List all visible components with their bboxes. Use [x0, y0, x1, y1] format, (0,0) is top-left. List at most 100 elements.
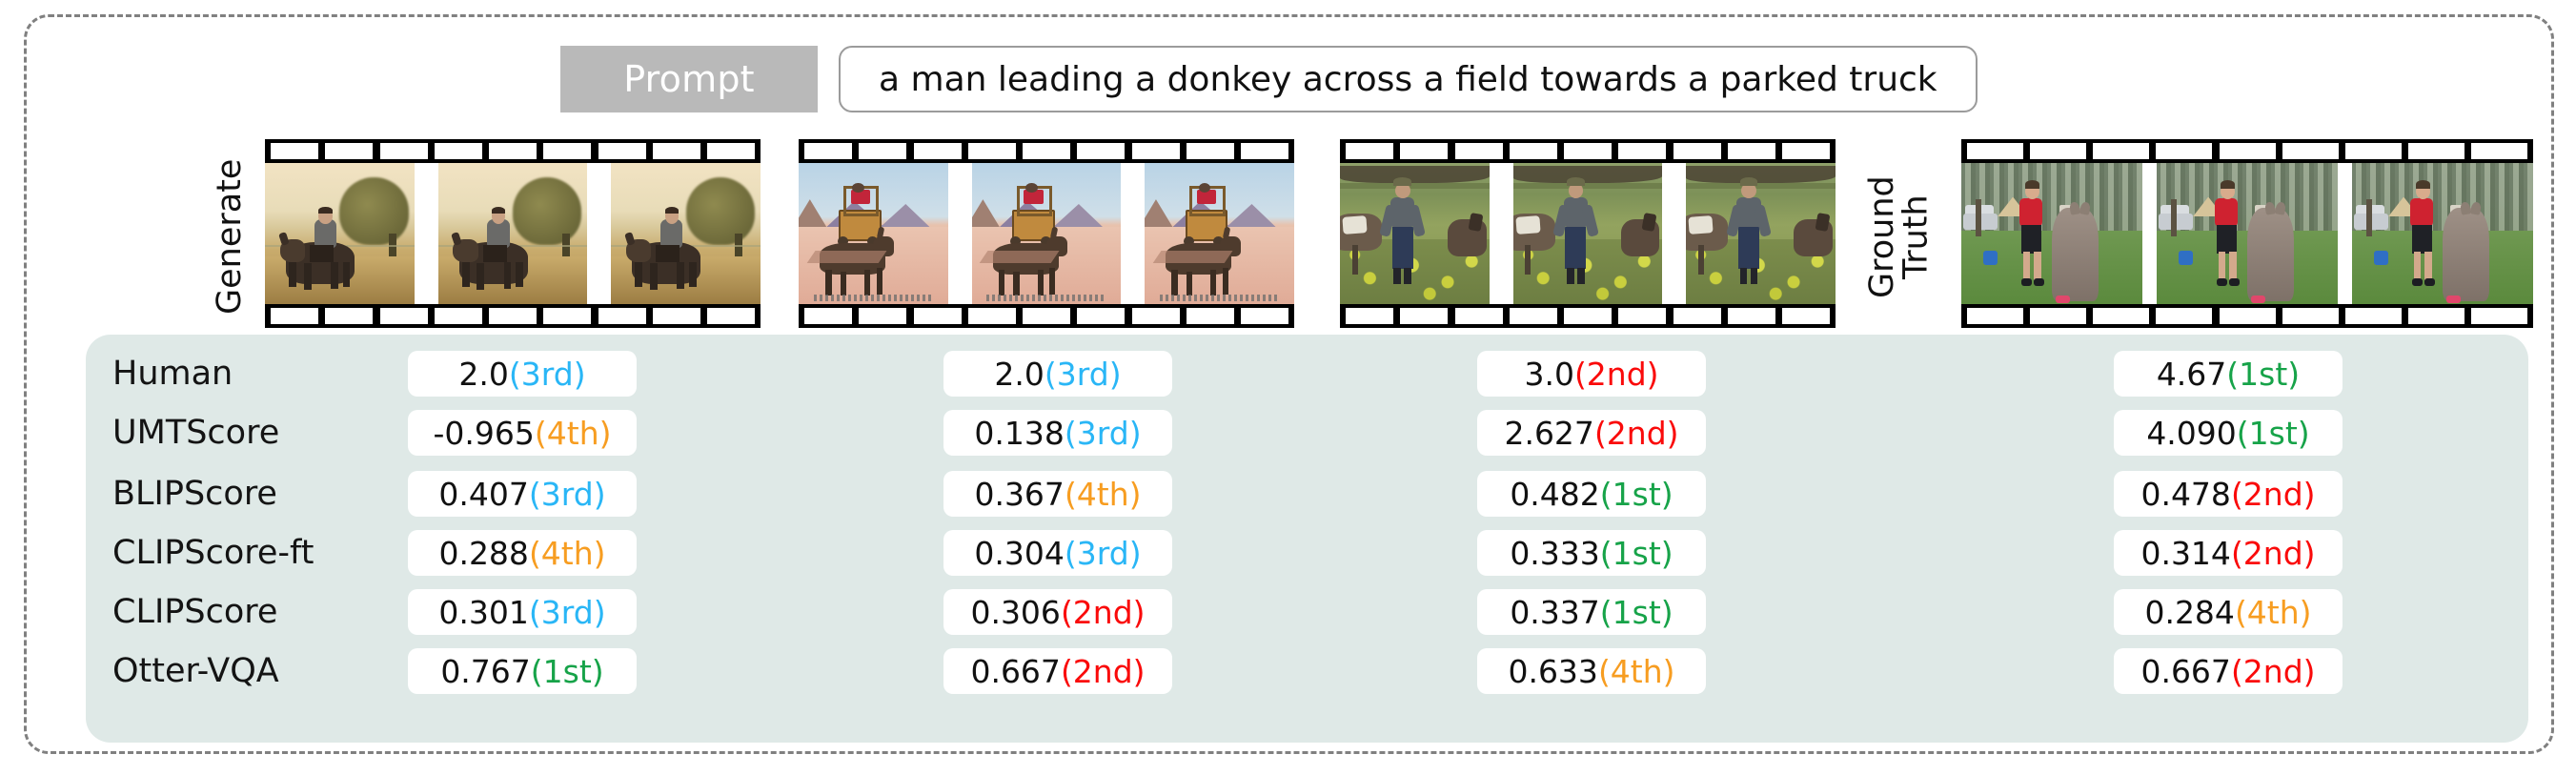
video-frame: [1145, 163, 1295, 304]
score-cell: 0.284 (4th): [2114, 589, 2343, 635]
film-perforation: [804, 143, 852, 159]
score-value: 0.767: [440, 652, 531, 690]
film-perforation: [2093, 143, 2150, 159]
prompt-tag-label: Prompt: [623, 58, 755, 100]
score-cell: 0.288 (4th): [408, 530, 637, 576]
film-frames: [1340, 163, 1836, 304]
film-perforation: [2093, 308, 2150, 324]
film-perforation: [2030, 143, 2087, 159]
film-perforation: [434, 143, 482, 159]
video-frame: [1512, 163, 1663, 304]
score-table-panel: Human 2.0 (3rd) 2.0 (3rd) 3.0 (2nd) 4.67 (1st) UM…: [86, 335, 2528, 743]
score-value: 3.0: [1524, 355, 1574, 393]
film-perforations-bottom: [1340, 304, 1836, 328]
score-cell: 0.301 (3rd): [408, 589, 637, 635]
score-cell: 0.767 (1st): [408, 648, 637, 694]
filmstrip-4: [1961, 139, 2533, 328]
prompt-tag: Prompt: [560, 46, 818, 112]
film-perforation: [1782, 143, 1830, 159]
rank-badge: (3rd): [508, 355, 586, 393]
film-perforation: [1131, 143, 1180, 159]
film-perforation: [1967, 308, 2023, 324]
video-frame: [2352, 163, 2533, 304]
film-perforation: [1509, 143, 1557, 159]
film-perforation: [967, 308, 1016, 324]
film-perforation: [1241, 308, 1288, 324]
score-cell: 0.314 (2nd): [2114, 530, 2343, 576]
frame-gap: [587, 163, 612, 304]
film-perforation: [1241, 143, 1288, 159]
film-perforation: [1131, 308, 1180, 324]
video-frame: [1686, 163, 1836, 304]
score-cell: 0.407 (3rd): [408, 471, 637, 517]
prompt-row: Prompt a man leading a donkey across a f…: [560, 46, 1978, 112]
score-cell: 0.667 (2nd): [2114, 648, 2343, 694]
video-frame: [1340, 163, 1490, 304]
prompt-text: a man leading a donkey across a field to…: [879, 59, 1937, 99]
film-perforation: [652, 143, 700, 159]
film-perforation: [1023, 143, 1070, 159]
rank-badge: (1st): [530, 652, 604, 690]
rank-badge: (2nd): [1060, 652, 1146, 690]
film-perforation: [1673, 143, 1721, 159]
film-perforation: [1564, 308, 1612, 324]
score-value: 0.667: [2140, 652, 2231, 690]
film-perforation: [2471, 143, 2527, 159]
film-perforation: [379, 308, 428, 324]
generate-row-label: Generate: [211, 158, 249, 315]
score-value: 0.288: [438, 534, 529, 572]
prompt-box: a man leading a donkey across a field to…: [839, 46, 1978, 112]
score-value: 0.478: [2140, 475, 2231, 513]
rank-badge: (4th): [534, 414, 612, 452]
metric-label: CLIPScore: [112, 593, 278, 631]
film-perforation: [379, 143, 428, 159]
film-perforation: [652, 308, 700, 324]
rank-badge: (2nd): [1060, 593, 1146, 631]
score-cell: 0.337 (1st): [1477, 589, 1706, 635]
film-perforation: [1186, 143, 1234, 159]
video-frame: [971, 163, 1122, 304]
score-cell: 0.482 (1st): [1477, 471, 1706, 517]
video-frame: [265, 163, 415, 304]
film-perforation: [707, 308, 755, 324]
frame-gap: [1121, 163, 1146, 304]
film-perforation: [325, 308, 374, 324]
film-perforation: [804, 308, 852, 324]
film-perforation: [1346, 143, 1393, 159]
score-value: 0.284: [2144, 593, 2235, 631]
film-perforations-bottom: [265, 304, 761, 328]
rank-badge: (4th): [528, 534, 606, 572]
film-perforation: [859, 308, 907, 324]
rank-badge: (4th): [1064, 475, 1142, 513]
film-perforation: [489, 308, 537, 324]
rank-badge: (4th): [2234, 593, 2312, 631]
metric-label: UMTScore: [112, 414, 280, 452]
film-perforations-top: [1961, 139, 2533, 163]
film-perforation: [1727, 308, 1775, 324]
score-cell: 3.0 (2nd): [1477, 351, 1706, 397]
metric-label: CLIPScore-ft: [112, 534, 314, 572]
rank-badge: (1st): [1599, 534, 1673, 572]
film-perforations-top: [799, 139, 1294, 163]
score-value: 0.306: [970, 593, 1061, 631]
frame-gap: [414, 163, 438, 304]
film-perforation: [1186, 308, 1234, 324]
film-perforation: [1454, 143, 1503, 159]
score-value: 2.627: [1504, 414, 1594, 452]
film-perforation: [2471, 308, 2527, 324]
table-row: CLIPScore 0.301 (3rd) 0.306 (2nd) 0.337 (1st) 0…: [86, 582, 2528, 642]
rank-badge: (3rd): [528, 593, 606, 631]
score-value: 0.304: [974, 534, 1065, 572]
video-frame: [799, 163, 948, 304]
rank-badge: (2nd): [2230, 534, 2316, 572]
rank-badge: (2nd): [1593, 414, 1679, 452]
rank-badge: (1st): [1599, 475, 1673, 513]
film-perforation: [913, 308, 962, 324]
score-cell: 2.0 (3rd): [943, 351, 1172, 397]
rank-badge: (3rd): [1064, 534, 1142, 572]
film-perforation: [2344, 308, 2402, 324]
video-frame: [1961, 163, 2142, 304]
rank-badge: (1st): [1599, 593, 1673, 631]
score-value: 0.138: [974, 414, 1065, 452]
film-perforation: [1673, 308, 1721, 324]
